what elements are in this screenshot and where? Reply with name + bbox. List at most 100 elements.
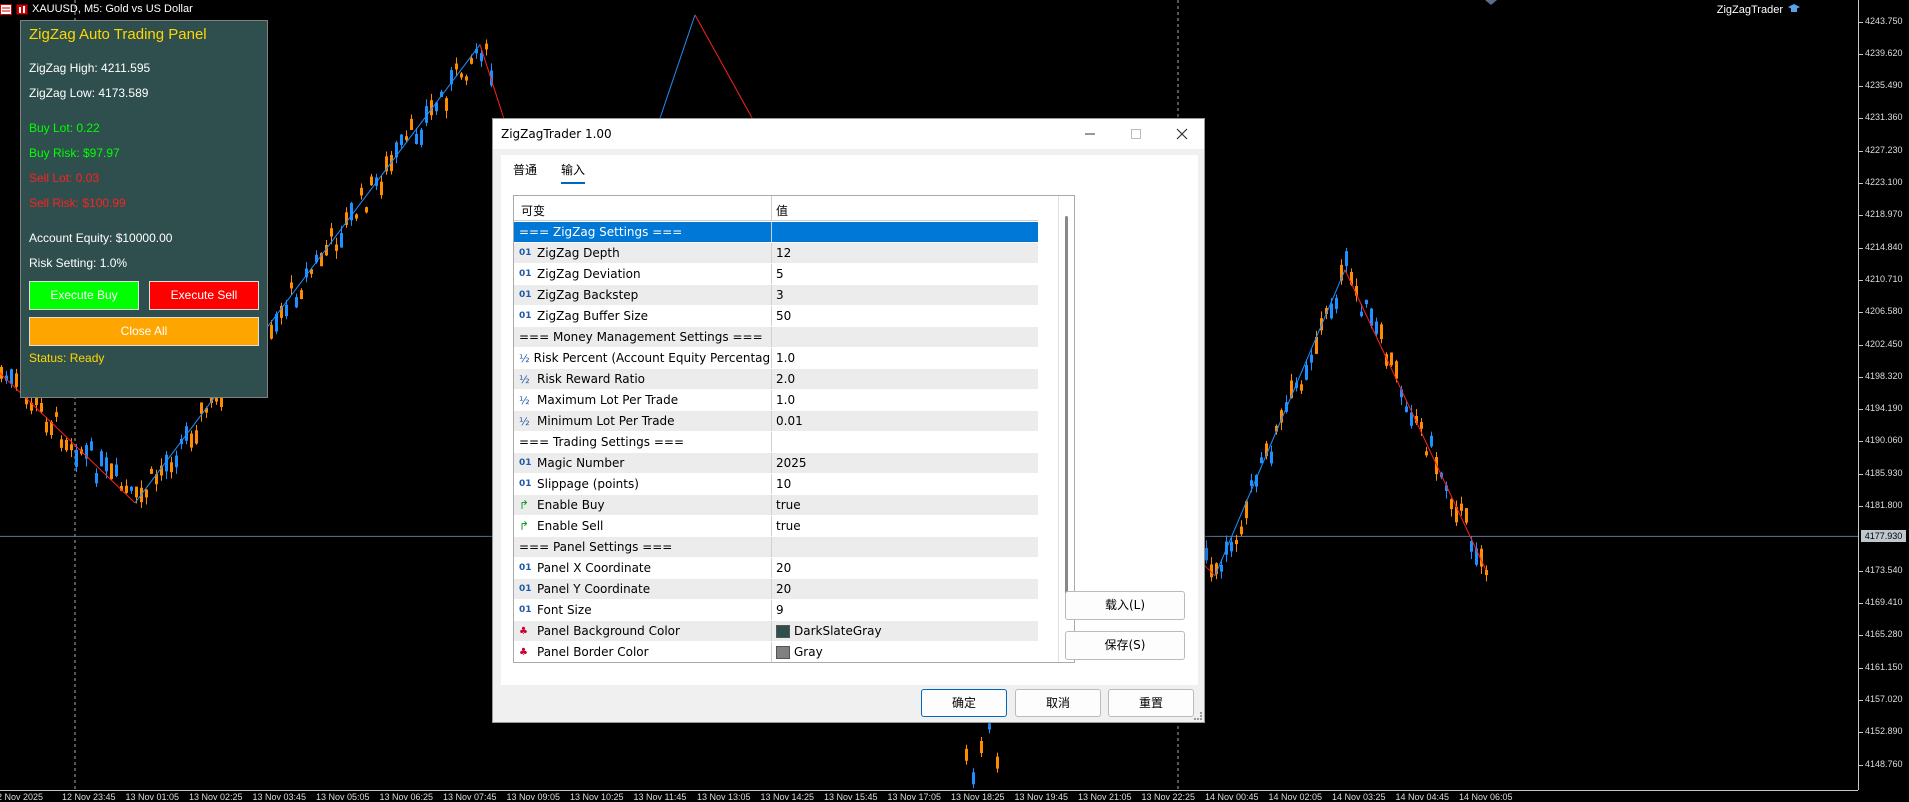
tab-common[interactable]: 普通 bbox=[513, 161, 537, 182]
price-tick-label: 4243.750 bbox=[1865, 15, 1903, 26]
column-header-variable[interactable]: 可变 bbox=[521, 202, 545, 219]
param-value-cell[interactable]: Gray bbox=[776, 645, 823, 659]
grid-row[interactable]: ½ Maximum Lot Per Trade 1.0 bbox=[514, 390, 1038, 411]
grid-row[interactable]: === Panel Settings === bbox=[514, 537, 1038, 558]
grid-row[interactable]: 01 ZigZag Backstep 3 bbox=[514, 285, 1038, 306]
grid-row[interactable]: === Money Management Settings === bbox=[514, 327, 1038, 348]
param-value: 20 bbox=[776, 582, 792, 596]
param-value-cell[interactable]: 20 bbox=[776, 561, 791, 575]
param-value: 50 bbox=[776, 309, 792, 323]
candle-body bbox=[300, 290, 303, 300]
param-value-cell[interactable]: 1.0 bbox=[776, 393, 795, 407]
price-tick-mark bbox=[1859, 53, 1863, 55]
price-axis[interactable]: 4243.750 4239.620 4235.490 4231.360 4227.230… bbox=[1858, 0, 1909, 790]
grid-row[interactable]: === Trading Settings === bbox=[514, 432, 1038, 453]
zigzag-segment bbox=[1214, 269, 1346, 576]
load-button[interactable]: 载入(L) bbox=[1065, 591, 1185, 620]
param-name: Enable Buy bbox=[537, 498, 605, 512]
tab-inputs[interactable]: 输入 bbox=[561, 161, 586, 184]
param-value-cell[interactable]: 2025 bbox=[776, 456, 807, 470]
param-value-cell[interactable]: DarkSlateGray bbox=[776, 624, 882, 638]
maximize-icon bbox=[1113, 119, 1159, 149]
param-value-cell[interactable]: 12 bbox=[776, 246, 791, 260]
list-icon[interactable] bbox=[0, 3, 12, 15]
candle-body bbox=[460, 73, 463, 78]
param-value-cell[interactable]: 1.0 bbox=[776, 351, 795, 365]
price-tick-mark bbox=[1859, 344, 1863, 346]
param-value: Gray bbox=[794, 645, 823, 659]
price-tick-label: 4190.060 bbox=[1865, 435, 1903, 446]
buy-lot-label: Buy Lot: 0.22 bbox=[29, 121, 100, 135]
execute-buy-button[interactable]: Execute Buy bbox=[29, 281, 139, 310]
candle-body bbox=[145, 489, 148, 498]
param-name: === Trading Settings === bbox=[519, 435, 685, 449]
candle-body bbox=[150, 468, 153, 474]
grid-row[interactable]: ½ Minimum Lot Per Trade 0.01 bbox=[514, 411, 1038, 432]
grid-row[interactable]: 01 ZigZag Depth 12 bbox=[514, 243, 1038, 264]
grid-row[interactable]: 01 Panel X Coordinate 20 bbox=[514, 558, 1038, 579]
grid-row[interactable]: ♣ Panel Border Color Gray bbox=[514, 642, 1038, 662]
grid-row[interactable]: ½ Risk Reward Ratio 2.0 bbox=[514, 369, 1038, 390]
chart-type-icon[interactable] bbox=[16, 4, 28, 15]
integer-icon: 01 bbox=[519, 479, 532, 489]
candle-body bbox=[1485, 570, 1488, 576]
grid-row[interactable]: 01 ZigZag Deviation 5 bbox=[514, 264, 1038, 285]
grid-row[interactable]: ↱ Enable Buy true bbox=[514, 495, 1038, 516]
execute-sell-button[interactable]: Execute Sell bbox=[149, 281, 259, 310]
close-all-button[interactable]: Close All bbox=[29, 317, 259, 346]
ok-button[interactable]: 确定 bbox=[921, 689, 1007, 717]
param-value-cell[interactable]: 0.01 bbox=[776, 414, 803, 428]
param-value-cell[interactable]: 10 bbox=[776, 477, 791, 491]
candle-body bbox=[455, 63, 458, 70]
grid-row[interactable]: 01 Panel Y Coordinate 20 bbox=[514, 579, 1038, 600]
scrollbar-thumb[interactable] bbox=[1065, 216, 1068, 616]
integer-icon: 01 bbox=[519, 248, 532, 258]
status-label: Status: Ready bbox=[29, 351, 105, 365]
param-value: 1.0 bbox=[776, 393, 796, 407]
param-value-cell[interactable]: 50 bbox=[776, 309, 791, 323]
grid-body: === ZigZag Settings === 01 ZigZag Depth 12 0… bbox=[514, 222, 1038, 662]
param-value-cell[interactable]: true bbox=[776, 498, 801, 512]
grid-row[interactable]: 01 ZigZag Buffer Size 50 bbox=[514, 306, 1038, 327]
param-value-cell[interactable]: 3 bbox=[776, 288, 784, 302]
sell-risk-label: Sell Risk: $100.99 bbox=[29, 196, 126, 210]
param-value: 12 bbox=[776, 246, 792, 260]
param-value-cell[interactable]: 9 bbox=[776, 603, 784, 617]
price-tick-label: 4231.360 bbox=[1865, 112, 1903, 123]
grid-row[interactable]: 01 Font Size 9 bbox=[514, 600, 1038, 621]
column-header-value[interactable]: 值 bbox=[776, 202, 788, 219]
param-name-cell: ♣ Panel Border Color bbox=[519, 645, 769, 659]
grid-header: 可变 值 bbox=[514, 196, 1038, 221]
price-tick-mark bbox=[1859, 699, 1863, 701]
param-value-cell[interactable]: 20 bbox=[776, 582, 791, 596]
grid-row[interactable]: ↱ Enable Sell true bbox=[514, 516, 1038, 537]
expert-label[interactable]: ZigZagTrader bbox=[1717, 3, 1801, 17]
cancel-button[interactable]: 取消 bbox=[1015, 689, 1101, 717]
color-icon: ♣ bbox=[519, 625, 528, 637]
inputs-grid[interactable]: 可变 值 === ZigZag Settings === 01 ZigZag Dep… bbox=[513, 195, 1075, 663]
grid-row[interactable]: ♣ Panel Background Color DarkSlateGray bbox=[514, 621, 1038, 642]
grid-row[interactable]: 01 Slippage (points) 10 bbox=[514, 474, 1038, 495]
param-name-cell: ½ Maximum Lot Per Trade bbox=[519, 393, 769, 407]
price-tick-mark bbox=[1859, 667, 1863, 669]
minimize-icon[interactable] bbox=[1067, 119, 1113, 149]
time-axis[interactable]: 12 Nov 2025 12 Nov 23:45 13 Nov 01:05 13 No… bbox=[0, 790, 1858, 802]
time-tick-label: 13 Nov 13:05 bbox=[697, 792, 751, 802]
grid-row[interactable]: === ZigZag Settings === bbox=[514, 222, 1038, 243]
time-tick-label: 12 Nov 23:45 bbox=[62, 792, 116, 802]
save-button[interactable]: 保存(S) bbox=[1065, 631, 1185, 660]
price-tick-label: 4165.280 bbox=[1865, 629, 1903, 640]
param-value-cell[interactable]: true bbox=[776, 519, 801, 533]
candle-body bbox=[1300, 384, 1303, 391]
reset-button[interactable]: 重置 bbox=[1108, 689, 1194, 717]
close-icon[interactable] bbox=[1159, 119, 1205, 149]
dialog-titlebar[interactable]: ZigZagTrader 1.00 bbox=[493, 119, 1204, 149]
grid-row[interactable]: ½ Risk Percent (Account Equity Percentag.… bbox=[514, 348, 1038, 369]
candle-body bbox=[972, 772, 975, 785]
param-value-cell[interactable]: 5 bbox=[776, 267, 784, 281]
grid-row[interactable]: 01 Magic Number 2025 bbox=[514, 453, 1038, 474]
param-value-cell[interactable]: 2.0 bbox=[776, 372, 795, 386]
time-tick-label: 13 Nov 07:45 bbox=[443, 792, 497, 802]
resize-grip-icon[interactable] bbox=[1194, 712, 1202, 720]
candle-body bbox=[105, 457, 108, 472]
